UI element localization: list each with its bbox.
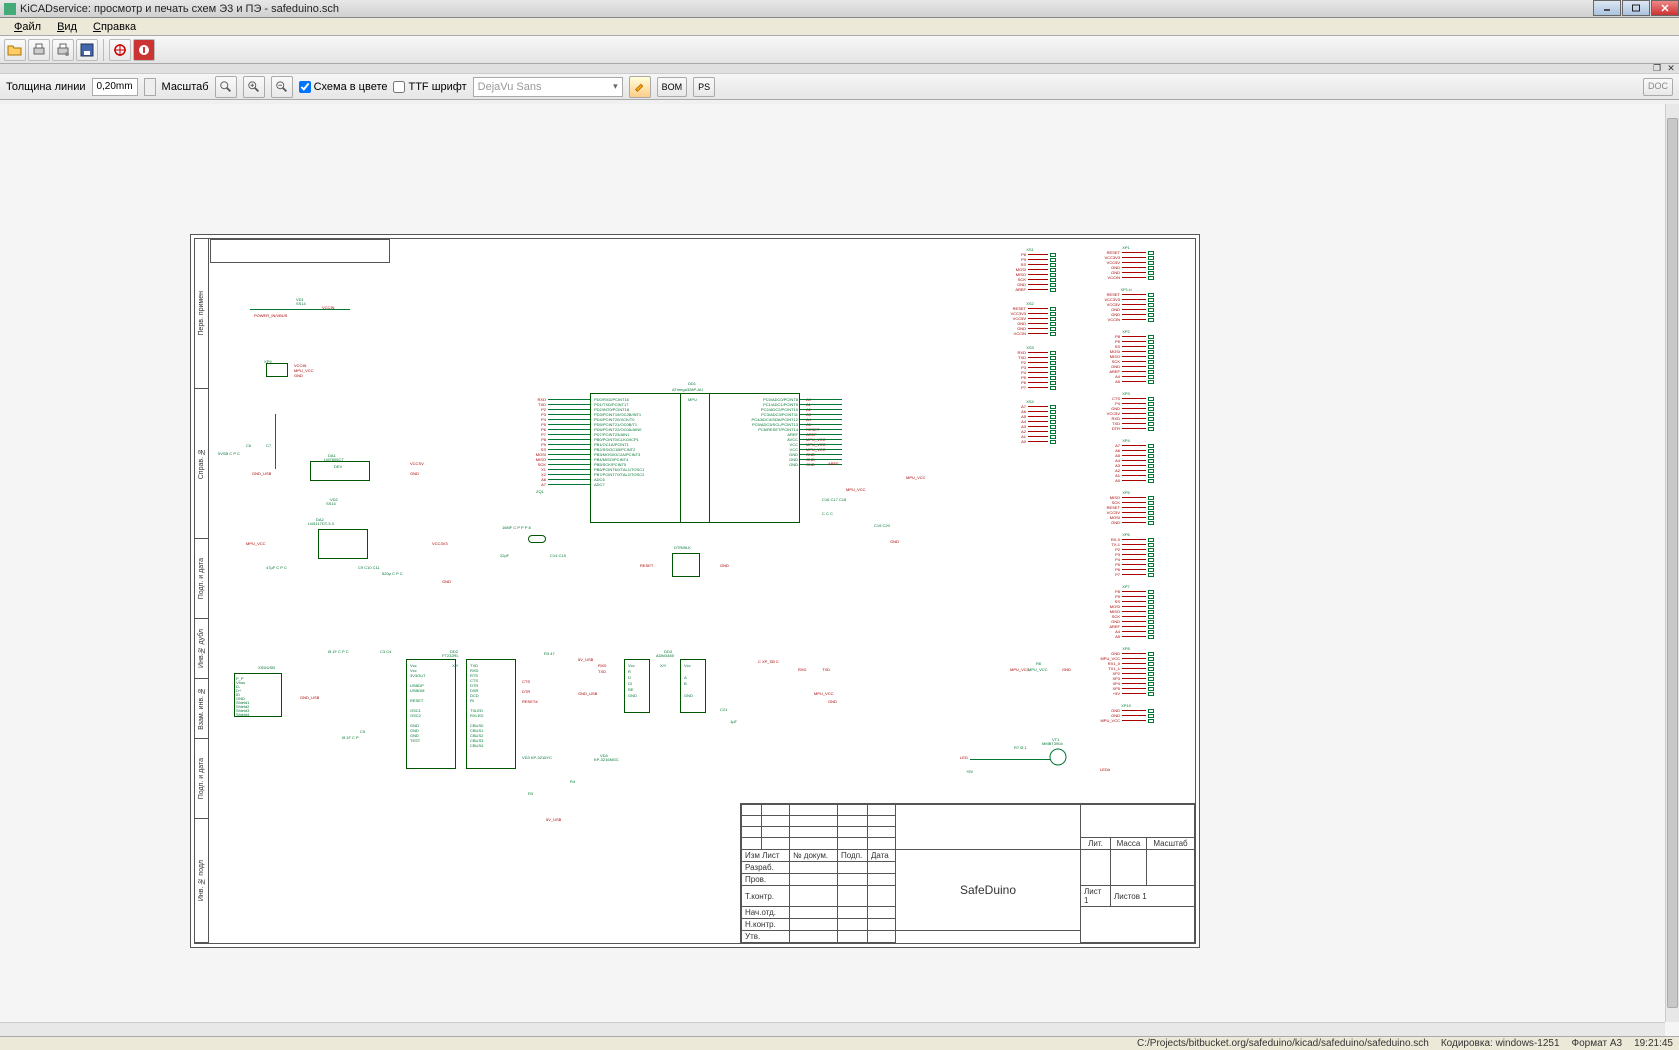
zoom-fit-button[interactable]: [109, 39, 131, 61]
subwindow-header: ❐ ✕: [0, 64, 1679, 74]
main-toolbar: [0, 36, 1679, 64]
toolbar-separator: [103, 39, 104, 61]
scrollbar-horizontal[interactable]: [0, 1022, 1665, 1036]
line-width-input[interactable]: [92, 78, 138, 96]
window-title: KiCADservice: просмотр и печать схем Э3 …: [20, 3, 339, 15]
line-width-label: Толщина линии: [6, 81, 86, 93]
doc-button[interactable]: DOC: [1643, 78, 1673, 96]
minimize-button[interactable]: [1593, 0, 1621, 16]
zoom-actual-button[interactable]: [215, 76, 237, 98]
options-toolbar: Толщина линии Масштаб Схема в цвете TTF …: [0, 74, 1679, 100]
status-bar: C:/Projects/bitbucket.org/safeduino/kica…: [0, 1036, 1679, 1050]
save-button[interactable]: [76, 39, 98, 61]
canvas[interactable]: Перв. применСправ. №Подп. и датаИнв.№ ду…: [0, 104, 1679, 1036]
zoom-out-button[interactable]: [271, 76, 293, 98]
scrollbar-vertical[interactable]: [1665, 104, 1679, 1022]
highlight-button[interactable]: [629, 76, 651, 98]
color-scheme-checkbox[interactable]: Схема в цвете: [299, 81, 388, 93]
scale-label: Масштаб: [162, 81, 209, 93]
print-setup-button[interactable]: [52, 39, 74, 61]
schematic-body: VD1 SS14 VCCIN POWER_IN/VBUS XP9 VCCIN M…: [210, 239, 1195, 943]
status-format: Формат A3: [1572, 1038, 1623, 1049]
menu-view[interactable]: Вид: [49, 19, 85, 35]
schematic-page: Перв. применСправ. №Подп. и датаИнв.№ ду…: [190, 234, 1200, 948]
menu-help[interactable]: Справка: [85, 19, 144, 35]
print-preview-button[interactable]: [28, 39, 50, 61]
font-combo[interactable]: DejaVu Sans: [473, 77, 623, 97]
open-button[interactable]: [4, 39, 26, 61]
ps-button[interactable]: PS: [693, 77, 715, 97]
app-icon: [4, 3, 16, 15]
close-button[interactable]: [1651, 0, 1679, 16]
line-width-spinner[interactable]: [144, 78, 156, 96]
status-time: 19:21:45: [1634, 1038, 1673, 1049]
subwindow-close-icon[interactable]: ✕: [1665, 64, 1677, 74]
stop-button[interactable]: [133, 39, 155, 61]
status-path: C:/Projects/bitbucket.org/safeduino/kica…: [1137, 1038, 1429, 1049]
maximize-button[interactable]: [1622, 0, 1650, 16]
title-block: Лит. Масса Масштаб Изм Лист№ докум.Подп.…: [740, 803, 1195, 943]
menu-file[interactable]: Файл: [6, 19, 49, 35]
ttf-checkbox[interactable]: TTF шрифт: [393, 81, 466, 93]
subwindow-restore-icon[interactable]: ❐: [1651, 64, 1663, 74]
bom-button[interactable]: BOM: [657, 77, 688, 97]
menu-bar: Файл Вид Справка: [0, 18, 1679, 36]
status-encoding: Кодировка: windows-1251: [1441, 1038, 1560, 1049]
zoom-in-button[interactable]: [243, 76, 265, 98]
